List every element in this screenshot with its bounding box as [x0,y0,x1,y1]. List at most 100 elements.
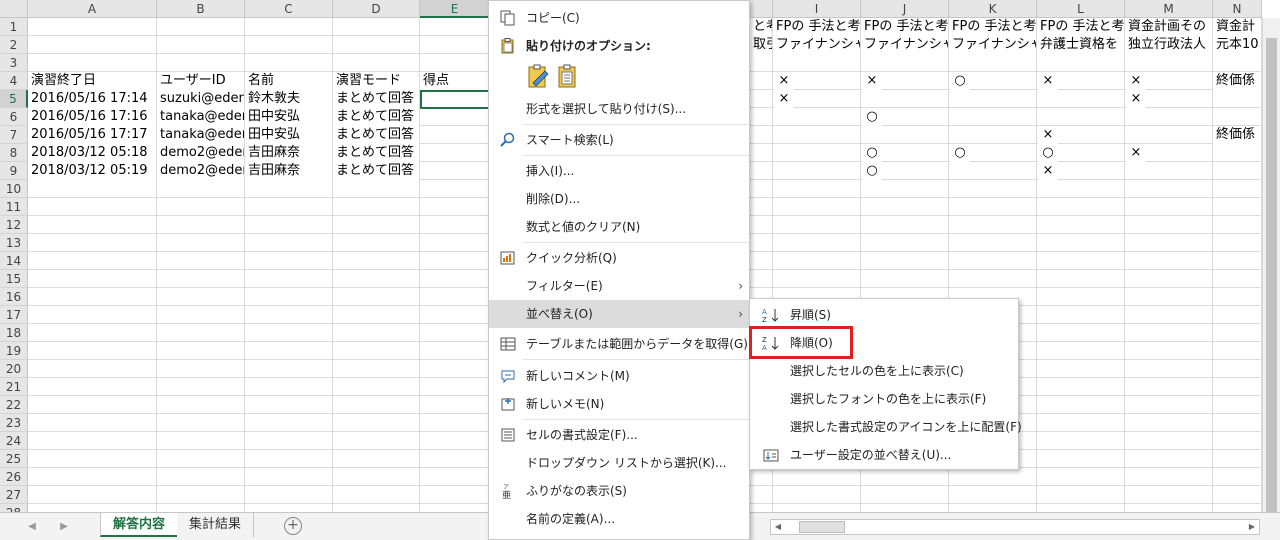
header-cell[interactable]: ファイナンシャ [861,36,948,54]
header-cell[interactable]: 資金計画その [1125,18,1212,36]
horizontal-scroll-thumb[interactable] [799,521,845,533]
row-header-13[interactable]: 13 [0,234,28,252]
row-header-11[interactable]: 11 [0,198,28,216]
header-cell[interactable]: 元本10 [1213,36,1261,54]
header-cell[interactable]: 弁護士資格を [1037,36,1124,54]
answer-mark-cell[interactable]: × [1126,144,1146,162]
menu-item-show-phonetic[interactable]: ア亜 ふりがなの表示(S) [489,477,749,505]
answer-mark-cell[interactable]: × [1038,162,1058,180]
answer-mark-cell[interactable]: × [1126,90,1146,108]
column-header-l[interactable]: L [1037,0,1125,18]
tab-answers[interactable]: 解答内容 [100,513,179,537]
row-header-7[interactable]: 7 [0,126,28,144]
answer-mark-cell[interactable]: 終価係 [1213,126,1261,144]
row-header-26[interactable]: 26 [0,468,28,486]
menu-item-new-comment[interactable]: 新しいコメント(M) [489,362,749,390]
paste-values-icon[interactable] [555,64,581,90]
answer-mark-cell[interactable]: ○ [1038,144,1058,162]
data-cell[interactable]: 2018/03/12 05:19 [28,162,156,180]
menu-item-define-name[interactable]: 名前の定義(A)... [489,505,749,533]
menu-item-get-data[interactable]: テーブルまたは範囲からデータを取得(G)... [489,330,759,358]
row-header-9[interactable]: 9 [0,162,28,180]
data-cell[interactable]: demo2@eden. [157,162,244,180]
header-cell[interactable]: 演習終了日 [28,72,156,90]
menu-item-sort-icon[interactable]: 選択した書式設定のアイコンを上に配置(F) [750,413,1022,441]
active-cell-selection[interactable] [420,90,490,109]
header-cell[interactable]: FPの 手法と考 [861,18,948,36]
data-cell[interactable]: 吉田麻奈 [245,162,332,180]
row-header-2[interactable]: 2 [0,36,28,54]
header-cell[interactable]: FPの 手法と考 [773,18,860,36]
data-cell[interactable]: まとめて回答 [333,162,419,180]
menu-item-copy[interactable]: コピー(C) [489,4,749,32]
row-header-27[interactable]: 27 [0,486,28,504]
column-header-e[interactable]: E [420,0,490,18]
tab-summary[interactable]: 集計結果 [177,513,255,537]
row-header-1[interactable]: 1 [0,18,28,36]
data-cell[interactable]: 鈴木敦夫 [245,90,332,108]
data-cell[interactable]: tanaka@eden. [157,126,244,144]
data-cell[interactable]: suzuki@eden. [157,90,244,108]
menu-item-insert[interactable]: 挿入(I)... [489,157,749,185]
column-header-k[interactable]: K [949,0,1037,18]
header-cell[interactable]: 得点 [420,72,489,90]
menu-item-custom-sort[interactable]: ユーザー設定の並べ替え(U)... [750,441,1018,469]
menu-item-format-cells[interactable]: セルの書式設定(F)... [489,421,749,449]
column-header-b[interactable]: B [157,0,245,18]
row-header-19[interactable]: 19 [0,342,28,360]
scroll-left-icon[interactable]: ◀ [771,520,785,534]
answer-mark-cell[interactable]: × [774,72,794,90]
row-header-21[interactable]: 21 [0,378,28,396]
column-header-d[interactable]: D [333,0,420,18]
answer-mark-cell[interactable]: 終価係 [1213,72,1261,90]
answer-mark-cell[interactable]: × [1038,126,1058,144]
row-header-12[interactable]: 12 [0,216,28,234]
column-header-j[interactable]: J [861,0,949,18]
vertical-scroll-thumb[interactable] [1266,38,1277,512]
answer-mark-cell[interactable]: ○ [950,144,970,162]
row-header-4[interactable]: 4 [0,72,28,90]
data-cell[interactable]: tanaka@eden. [157,108,244,126]
menu-item-quick-analysis[interactable]: クイック分析(Q) [489,244,749,272]
row-header-22[interactable]: 22 [0,396,28,414]
data-cell[interactable]: 吉田麻奈 [245,144,332,162]
data-cell[interactable]: まとめて回答 [333,90,419,108]
header-cell[interactable]: ファイナンシャ [949,36,1036,54]
header-cell[interactable]: FPの 手法と考 [1037,18,1124,36]
next-sheet-icon[interactable]: ▶ [56,519,72,535]
data-cell[interactable]: 田中安弘 [245,126,332,144]
header-cell[interactable]: 名前 [245,72,332,90]
menu-item-sort-cell-color[interactable]: 選択したセルの色を上に表示(C) [750,357,1018,385]
menu-item-clear-contents[interactable]: 数式と値のクリア(N) [489,213,749,241]
data-cell[interactable]: 2016/05/16 17:14 [28,90,156,108]
column-header-m[interactable]: M [1125,0,1213,18]
row-header-6[interactable]: 6 [0,108,28,126]
answer-mark-cell[interactable]: ○ [950,72,970,90]
row-header-5[interactable]: 5 [0,90,28,108]
header-cell[interactable]: ユーザーID [157,72,244,90]
select-all-corner[interactable] [0,0,28,18]
answer-mark-cell[interactable]: ○ [862,108,882,126]
header-cell[interactable]: と考 [750,18,772,36]
row-header-14[interactable]: 14 [0,252,28,270]
row-header-18[interactable]: 18 [0,324,28,342]
row-header-28[interactable]: 28 [0,504,28,512]
answer-mark-cell[interactable]: × [1038,72,1058,90]
menu-item-sort-ascending[interactable]: AZ 昇順(S) [750,301,1018,329]
answer-mark-cell[interactable]: × [862,72,882,90]
header-cell[interactable]: 資金計 [1213,18,1261,36]
column-header-a[interactable]: A [28,0,157,18]
row-header-3[interactable]: 3 [0,54,28,72]
row-header-8[interactable]: 8 [0,144,28,162]
vertical-scrollbar[interactable] [1262,18,1280,512]
data-cell[interactable]: 田中安弘 [245,108,332,126]
row-header-20[interactable]: 20 [0,360,28,378]
header-cell[interactable]: FPの 手法と考 [949,18,1036,36]
data-cell[interactable]: まとめて回答 [333,126,419,144]
menu-item-sort-font-color[interactable]: 選択したフォントの色を上に表示(F) [750,385,1018,413]
paste-formatting-icon[interactable] [525,64,551,90]
answer-mark-cell[interactable]: ○ [862,144,882,162]
menu-item-sort[interactable]: 並べ替え(O) › [489,300,749,328]
answer-mark-cell[interactable]: ○ [862,162,882,180]
menu-item-pick-from-dropdown[interactable]: ドロップダウン リストから選択(K)... [489,449,749,477]
